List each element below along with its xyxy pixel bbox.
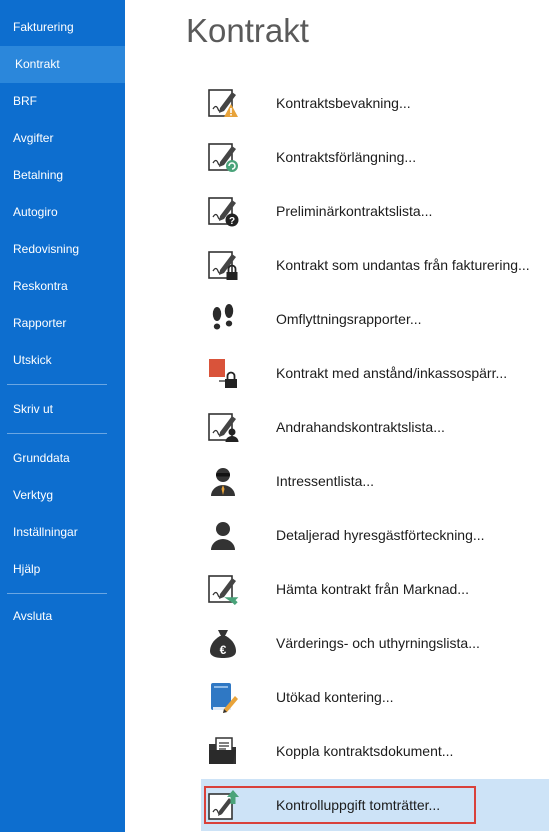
menu-item-kontrakt-anstand[interactable]: Kontrakt med anstånd/inkassospärr...: [201, 347, 549, 399]
menu-item-label: Kontrolluppgift tomträtter...: [276, 797, 441, 813]
sidebar-item-autogiro[interactable]: Autogiro: [0, 194, 125, 231]
folder-document-icon: [209, 737, 236, 764]
menu-item-kontraktsbevakning[interactable]: Kontraktsbevakning...: [201, 77, 549, 129]
menu-item-label: Andrahandskontraktslista...: [276, 419, 445, 435]
footprints-icon: [212, 304, 234, 330]
person-icon: [211, 522, 235, 550]
contract-question-icon: ?: [208, 197, 239, 227]
sidebar-divider: [7, 593, 107, 594]
main-panel: Kontrakt Kontraktsbevakning... Kontrakts…: [125, 0, 549, 832]
sidebar-item-rapporter[interactable]: Rapporter: [0, 305, 125, 342]
menu-item-hamta-kontrakt[interactable]: Hämta kontrakt från Marknad...: [201, 563, 549, 615]
menu-item-detaljerad-hyresgastforteckning[interactable]: Detaljerad hyresgästförteckning...: [201, 509, 549, 561]
sidebar-item-grunddata[interactable]: Grunddata: [0, 440, 125, 477]
menu-item-kontraktsforlangning[interactable]: Kontraktsförlängning...: [201, 131, 549, 183]
sidebar-item-fakturering[interactable]: Fakturering: [0, 9, 125, 46]
contract-warning-icon: [208, 89, 238, 117]
contract-lock-icon: [208, 251, 238, 280]
contract-fetch-icon: [208, 575, 239, 605]
menu-item-kontrolluppgift-tomtratter[interactable]: Kontrolluppgift tomträtter...: [201, 779, 549, 831]
sidebar-item-brf[interactable]: BRF: [0, 83, 125, 120]
contract-upload-icon: [208, 790, 239, 820]
sidebar-item-installningar[interactable]: Inställningar: [0, 514, 125, 551]
menu-item-label: Värderings- och uthyrningslista...: [276, 635, 480, 651]
money-bag-icon: €: [210, 630, 236, 658]
ledger-book-icon: [211, 683, 238, 713]
svg-text:€: €: [220, 643, 227, 657]
sidebar-item-avsluta[interactable]: Avsluta: [0, 598, 125, 635]
contract-person-icon: [208, 413, 239, 442]
menu-item-intressentlista[interactable]: Intressentlista...: [201, 455, 549, 507]
svg-text:?: ?: [229, 216, 235, 227]
sidebar-item-redovisning[interactable]: Redovisning: [0, 231, 125, 268]
sidebar-item-betalning[interactable]: Betalning: [0, 157, 125, 194]
menu-item-label: Kontraktsförlängning...: [276, 149, 417, 165]
menu-item-preliminarkontraktslista[interactable]: ? Preliminärkontraktslista...: [201, 185, 549, 237]
sidebar-item-avgifter[interactable]: Avgifter: [0, 120, 125, 157]
sidebar-item-utskick[interactable]: Utskick: [0, 342, 125, 379]
sidebar-item-skriv-ut[interactable]: Skriv ut: [0, 391, 125, 428]
agent-icon: [211, 468, 235, 496]
menu-item-label: Omflyttningsrapporter...: [276, 311, 422, 327]
menu-item-label: Kontrakt som undantas från fakturering..…: [276, 257, 530, 273]
menu-item-label: Detaljerad hyresgästförteckning...: [276, 527, 485, 543]
sidebar-item-hjalp[interactable]: Hjälp: [0, 551, 125, 588]
menu-item-omflyttningsrapporter[interactable]: Omflyttningsrapporter...: [201, 293, 549, 345]
sidebar-item-kontrakt[interactable]: Kontrakt: [0, 46, 125, 83]
menu-item-label: Koppla kontraktsdokument...: [276, 743, 454, 759]
sidebar-item-reskontra[interactable]: Reskontra: [0, 268, 125, 305]
contract-renew-icon: [208, 143, 238, 172]
menu-item-label: Intressentlista...: [276, 473, 375, 489]
menu-item-varderings-uthyrningslista[interactable]: € Värderings- och uthyrningslista...: [201, 617, 549, 669]
sidebar: Fakturering Kontrakt BRF Avgifter Betaln…: [0, 0, 125, 832]
menu-item-label: Hämta kontrakt från Marknad...: [276, 581, 469, 597]
menu-item-label: Utökad kontering...: [276, 689, 394, 705]
menu-item-label: Kontrakt med anstånd/inkassospärr...: [276, 365, 508, 381]
deferral-lock-icon: [209, 359, 237, 388]
menu-item-label: Kontraktsbevakning...: [276, 95, 411, 111]
menu-item-koppla-kontraktsdokument[interactable]: Koppla kontraktsdokument...: [201, 725, 549, 777]
menu-item-kontrakt-undantas[interactable]: Kontrakt som undantas från fakturering..…: [201, 239, 549, 291]
page-title: Kontrakt: [186, 12, 309, 49]
sidebar-divider: [7, 384, 107, 385]
menu-item-label: Preliminärkontraktslista...: [276, 203, 433, 219]
menu-item-utokad-kontering[interactable]: Utökad kontering...: [201, 671, 549, 723]
sidebar-item-verktyg[interactable]: Verktyg: [0, 477, 125, 514]
sidebar-divider: [7, 433, 107, 434]
menu-item-andrahandskontraktslista[interactable]: Andrahandskontraktslista...: [201, 401, 549, 453]
